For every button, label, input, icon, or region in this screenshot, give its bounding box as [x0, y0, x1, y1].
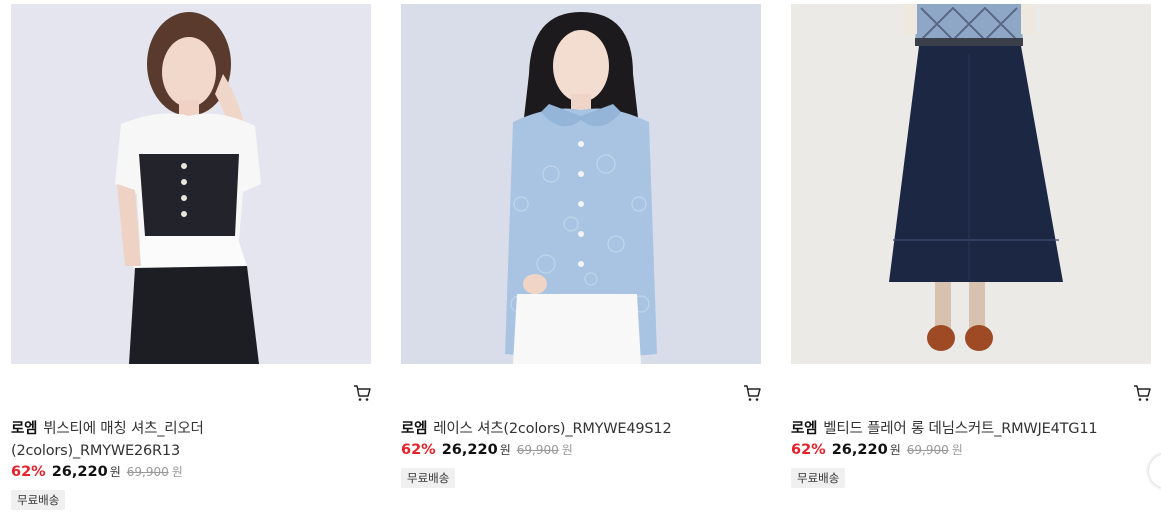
free-shipping-badge: 무료배송	[401, 468, 456, 488]
price-row: 62% 26,220 원 69,900 원	[401, 441, 761, 463]
free-shipping-badge: 무료배송	[791, 468, 846, 488]
product-card[interactable]: 로엠 뷔스티에 매칭 셔츠_리오더 (2colors)_RMYWE26R13 62…	[11, 4, 371, 510]
product-name: 벨티드 플레어 롱 데님스커트_RMWJE4TG11	[823, 421, 1098, 437]
product-image[interactable]	[11, 4, 371, 364]
discount-rate: 62%	[401, 442, 436, 458]
original-currency-unit: 원	[951, 443, 963, 457]
currency-unit: 원	[889, 443, 901, 457]
currency-unit: 원	[109, 465, 121, 479]
product-name: 레이스 셔츠(2colors)_RMYWE49S12	[433, 421, 672, 437]
product-title[interactable]: 로엠 벨티드 플레어 롱 데님스커트_RMWJE4TG11	[791, 418, 1151, 440]
price-row: 62% 26,220 원 69,900 원	[791, 441, 1151, 463]
product-name: 뷔스티에 매칭 셔츠_리오더 (2colors)_RMYWE26R13	[11, 421, 204, 459]
cart-icon[interactable]	[353, 384, 371, 402]
sale-price: 26,220	[51, 464, 108, 480]
product-grid: 로엠 뷔스티에 매칭 셔츠_리오더 (2colors)_RMYWE26R13 62…	[0, 0, 1161, 513]
original-price: 69,900	[516, 443, 559, 457]
product-title[interactable]: 로엠 레이스 셔츠(2colors)_RMYWE49S12	[401, 418, 761, 440]
free-shipping-badge: 무료배송	[11, 490, 66, 510]
original-price: 69,900	[906, 443, 949, 457]
cart-icon[interactable]	[1133, 384, 1151, 402]
product-image[interactable]	[401, 4, 761, 364]
sale-price: 26,220	[831, 442, 888, 458]
discount-rate: 62%	[11, 464, 46, 480]
product-brand: 로엠	[401, 421, 428, 437]
product-card[interactable]: 로엠 벨티드 플레어 롱 데님스커트_RMWJE4TG11 62% 26,220 …	[791, 4, 1151, 488]
product-title[interactable]: 로엠 뷔스티에 매칭 셔츠_리오더 (2colors)_RMYWE26R13	[11, 418, 371, 462]
discount-rate: 62%	[791, 442, 826, 458]
product-brand: 로엠	[11, 421, 38, 437]
cart-icon[interactable]	[743, 384, 761, 402]
currency-unit: 원	[499, 443, 511, 457]
original-currency-unit: 원	[561, 443, 573, 457]
product-photo-lace-shirt	[401, 4, 761, 364]
product-photo-denim-skirt	[791, 4, 1151, 364]
product-image[interactable]	[791, 4, 1151, 364]
product-brand: 로엠	[791, 421, 818, 437]
product-card[interactable]: 로엠 레이스 셔츠(2colors)_RMYWE49S12 62% 26,220 …	[401, 4, 761, 488]
original-price: 69,900	[126, 465, 169, 479]
product-photo-bustier-shirt	[11, 4, 371, 364]
sale-price: 26,220	[441, 442, 498, 458]
price-row: 62% 26,220 원 69,900 원	[11, 463, 371, 485]
original-currency-unit: 원	[171, 465, 183, 479]
